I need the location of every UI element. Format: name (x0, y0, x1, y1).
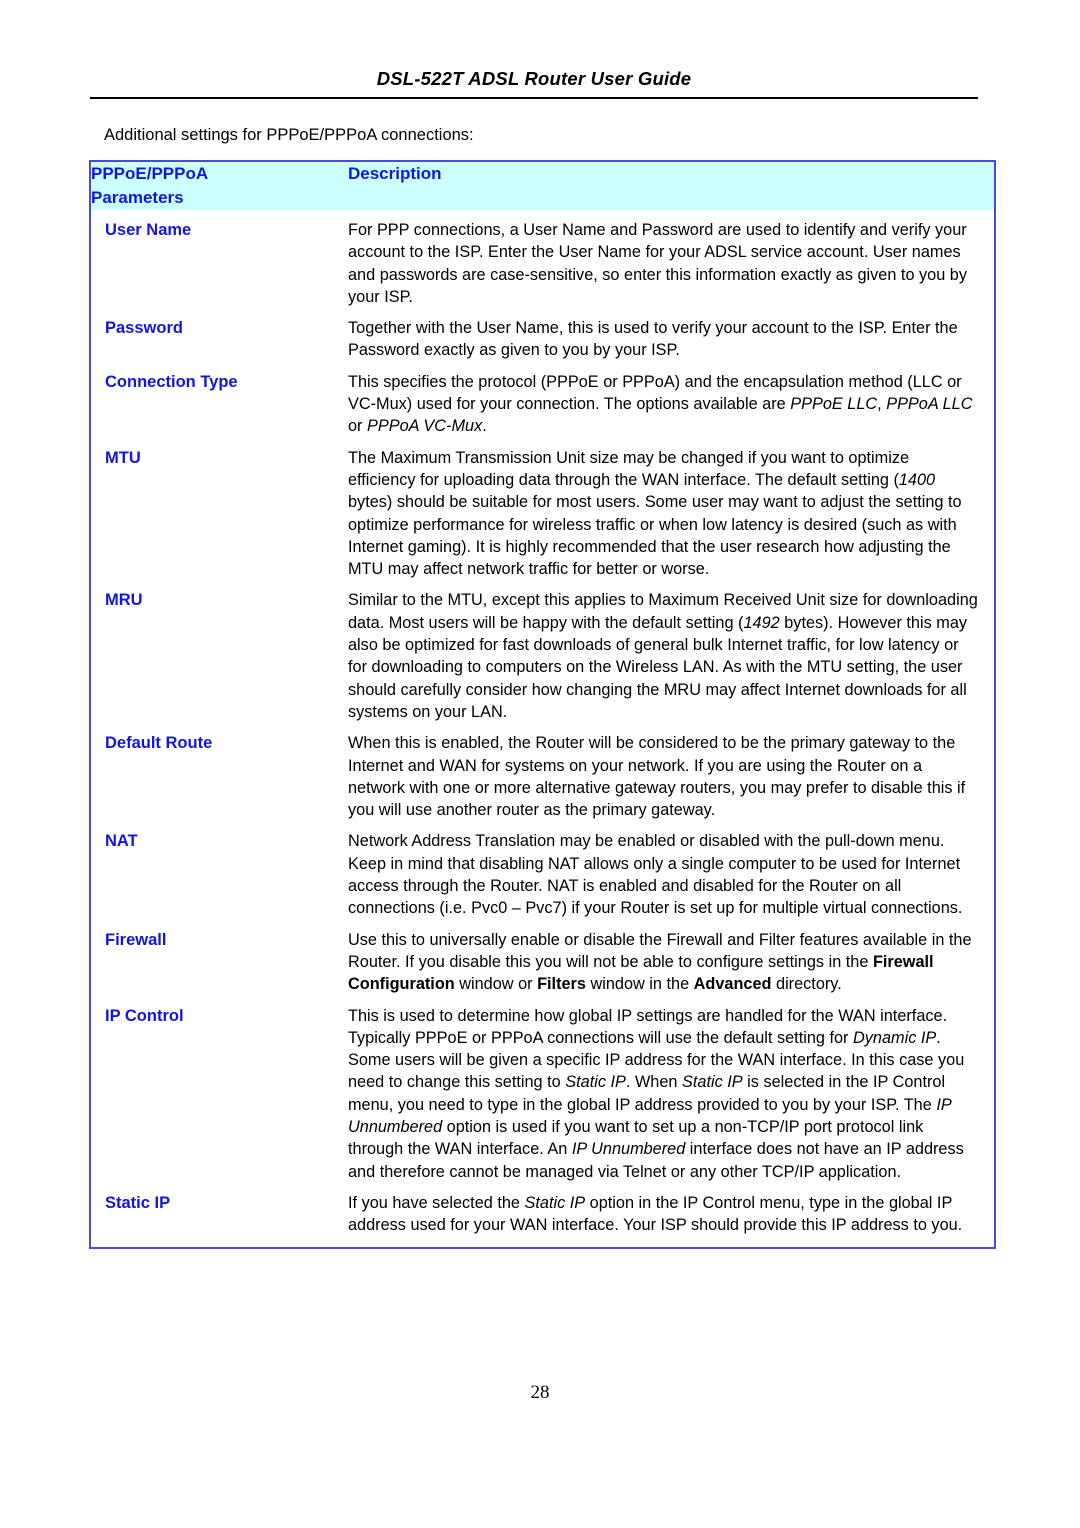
emphasis-text: Static IP (565, 1073, 626, 1092)
table-row: Firewall Use this to universally enable o… (91, 920, 994, 996)
parameter-description: This specifies the protocol (PPPoE or PP… (348, 372, 973, 436)
emphasis-text: Static IP (682, 1073, 743, 1092)
parameter-description: Similar to the MTU, except this applies … (348, 591, 978, 721)
emphasis-text: PPPoA VC-Mux (367, 417, 483, 436)
page-number: 28 (530, 1382, 550, 1403)
table-row: Connection Type This specifies the protoc… (91, 362, 994, 438)
parameter-label: Default Route (105, 734, 213, 753)
column-header-parameters-line1: PPPoE/PPPoA (91, 164, 209, 183)
parameters-table: PPPoE/PPPoA Parameters Description User … (89, 160, 996, 1250)
parameter-description: If you have selected the Static IP optio… (348, 1193, 963, 1235)
emphasis-text: PPPoE LLC (790, 395, 878, 414)
table-header-row: PPPoE/PPPoA Parameters Description (91, 162, 994, 210)
column-header-parameters: PPPoE/PPPoA Parameters (91, 162, 344, 210)
emphasis-text: IP Unnumbered (348, 1095, 952, 1136)
parameter-label: User Name (105, 221, 192, 239)
emphasis-text: 1400 (898, 470, 936, 489)
table-row: Default Route When this is enabled, the R… (91, 723, 994, 821)
parameter-description: This is used to determine how global IP … (348, 1006, 965, 1181)
parameter-label: MRU (105, 591, 143, 610)
running-header: DSL-522T ADSL Router User Guide (90, 68, 978, 90)
emphasis-text: Filters (537, 975, 586, 994)
parameter-label: Static IP (105, 1193, 171, 1212)
table-row: Password Together with the User Name, thi… (91, 308, 994, 362)
emphasis-text: Static IP (524, 1193, 586, 1212)
emphasis-text: Firewall Configuration (348, 952, 934, 994)
parameter-description: For PPP connections, a User Name and Pas… (348, 221, 967, 306)
parameter-label: NAT (105, 832, 138, 851)
document-title: DSL-522T ADSL Router User Guide (376, 68, 692, 89)
emphasis-text: Dynamic IP (853, 1028, 937, 1047)
parameter-label: MTU (105, 448, 141, 467)
table-row: MTU The Maximum Transmission Unit size ma… (91, 438, 994, 581)
emphasis-text: PPPoA LLC (886, 395, 973, 414)
intro-text: Additional settings for PPPoE/PPPoA conn… (104, 126, 474, 144)
document-page: DSL-522T ADSL Router User Guide Addition… (0, 0, 1080, 1528)
parameter-label: Firewall (105, 930, 167, 949)
emphasis-text: IP Unnumbered (571, 1140, 686, 1159)
emphasis-text: 1492 (743, 613, 780, 632)
column-header-parameters-line2: Parameters (91, 188, 184, 207)
parameter-description: The Maximum Transmission Unit size may b… (348, 448, 962, 579)
table-row: User Name For PPP connections, a User Nam… (91, 210, 994, 308)
parameter-description: Together with the User Name, this is use… (348, 319, 958, 360)
parameter-label: Password (105, 319, 183, 338)
table-body: User Name For PPP connections, a User Nam… (91, 210, 994, 1247)
emphasis-text: Advanced (693, 975, 772, 994)
table-row: IP Control This is used to determine how … (91, 996, 994, 1183)
parameter-label: Connection Type (105, 372, 238, 391)
parameter-description: Network Address Translation may be enabl… (348, 832, 963, 918)
column-header-description: Description (344, 162, 994, 210)
table-row: MRU Similar to the MTU, except this appli… (91, 580, 994, 723)
parameter-description: When this is enabled, the Router will be… (348, 734, 966, 820)
table-row: Static IP If you have selected the Static… (91, 1183, 994, 1248)
table-row: NAT Network Address Translation may be en… (91, 821, 994, 919)
parameter-label: IP Control (105, 1006, 184, 1025)
parameter-description: Use this to universally enable or disabl… (348, 930, 972, 994)
header-divider (90, 97, 978, 99)
